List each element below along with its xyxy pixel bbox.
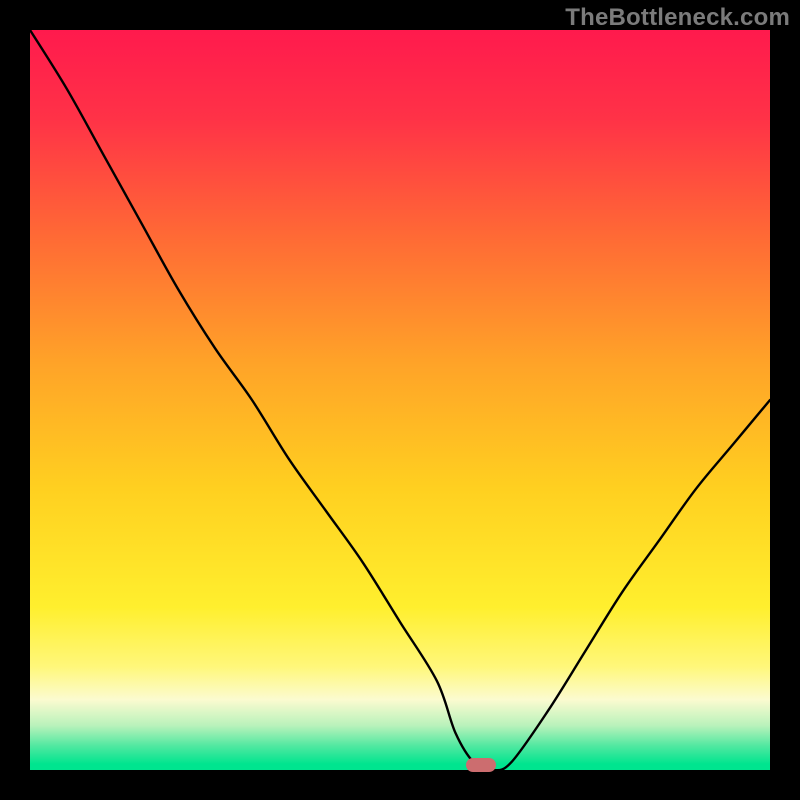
- optimal-point-marker: [466, 758, 496, 772]
- watermark-text: TheBottleneck.com: [565, 4, 790, 32]
- chart-frame: TheBottleneck.com: [0, 0, 800, 800]
- curve-line: [30, 30, 770, 770]
- plot-area: [30, 30, 770, 770]
